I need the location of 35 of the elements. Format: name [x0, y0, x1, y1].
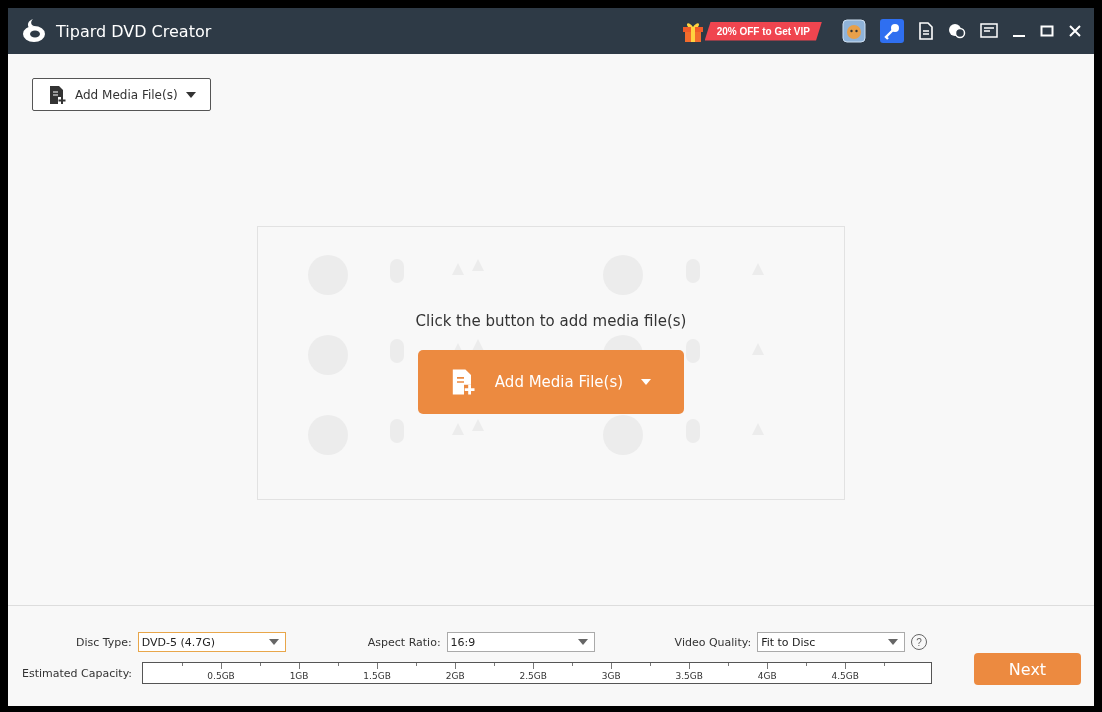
close-icon[interactable] [1068, 24, 1082, 38]
add-file-icon [49, 84, 67, 105]
capacity-tick-label: 4.5GB [831, 671, 859, 681]
setting-label: Video Quality: [674, 635, 752, 649]
promo-badge[interactable]: 20% OFF to Get VIP [704, 21, 822, 41]
capacity-tick-label: 0.5GB [207, 671, 235, 681]
capacity-tick-label: 1.5GB [363, 671, 391, 681]
app-logo-icon [20, 17, 48, 45]
maximize-icon[interactable] [1040, 24, 1054, 38]
caret-icon [641, 379, 652, 385]
dropdown[interactable]: 16:9 [446, 632, 595, 652]
document-icon[interactable] [918, 22, 934, 40]
capacity-tick-label: 1GB [289, 671, 309, 681]
capacity-tick-label: 3GB [601, 671, 621, 681]
capacity-tick-label: 2.5GB [519, 671, 547, 681]
caret-icon [577, 639, 588, 645]
feedback-icon[interactable] [980, 23, 998, 39]
caret-icon [185, 91, 196, 98]
capacity-tick-label: 2GB [445, 671, 465, 681]
chat-icon[interactable] [948, 22, 966, 40]
dropdown[interactable]: Fit to Disc [757, 632, 906, 652]
add-media-button[interactable]: Add Media File(s) [32, 78, 211, 111]
dropdown[interactable]: DVD-5 (4.7G) [137, 632, 286, 652]
avatar-icon[interactable] [842, 19, 866, 43]
capacity-tick-label: 3.5GB [675, 671, 703, 681]
key-icon[interactable] [880, 19, 904, 43]
add-file-icon [450, 368, 477, 396]
setting-label: Aspect Ratio: [367, 635, 441, 649]
empty-state-message: Click the button to add media file(s) [415, 312, 687, 330]
window-title: Tipard DVD Creator [56, 21, 212, 41]
caret-icon [888, 639, 899, 645]
capacity-label: Estimated Capacity: [22, 666, 133, 680]
caret-icon [268, 639, 279, 645]
setting-label: Disc Type: [76, 635, 132, 649]
capacity-tick-label: 4GB [757, 671, 777, 681]
